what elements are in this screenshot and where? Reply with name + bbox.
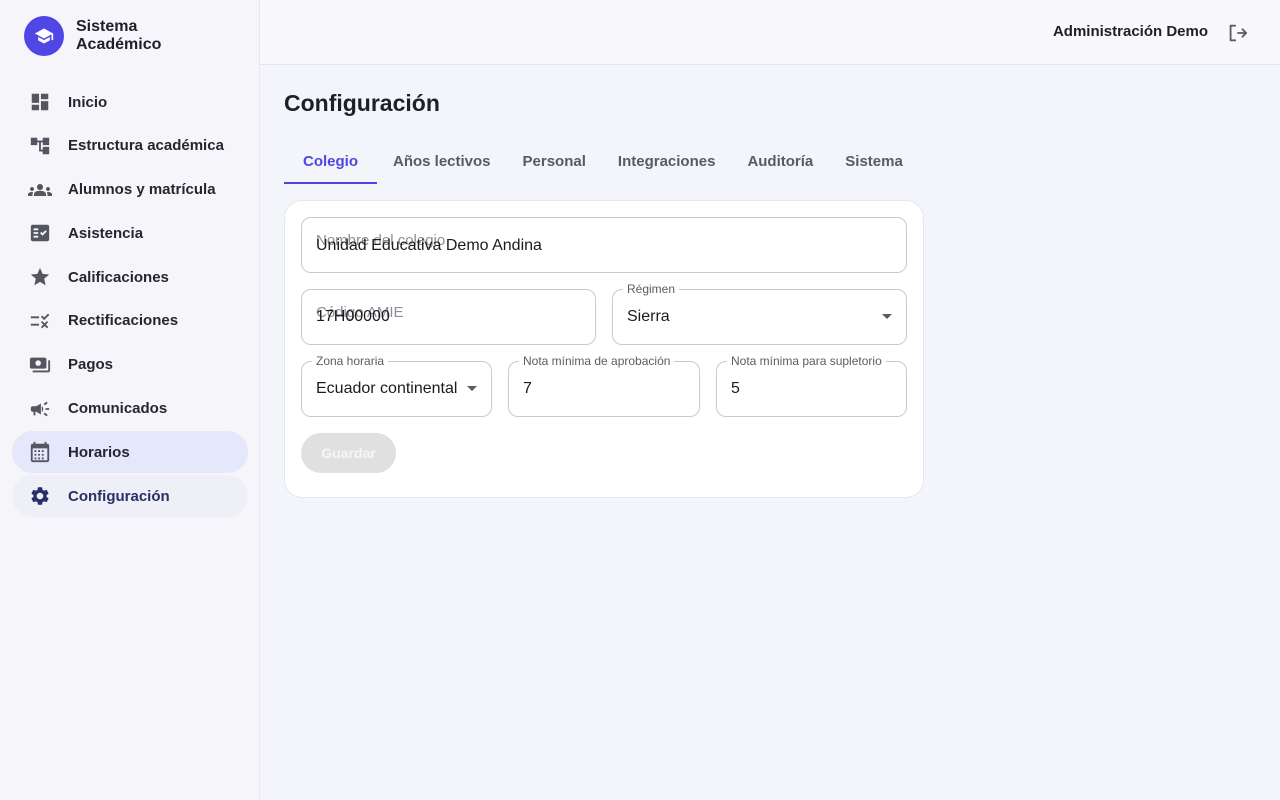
sidebar-item-label: Horarios: [68, 443, 130, 461]
sidebar-item-label: Configuración: [68, 487, 170, 505]
sidebar-item-label: Calificaciones: [68, 268, 169, 286]
chevron-down-icon: [467, 386, 477, 391]
tab-integraciones[interactable]: Integraciones: [602, 138, 732, 184]
sidebar-item-label: Pagos: [68, 356, 114, 374]
page-title: Configuración: [284, 90, 440, 116]
calendar-icon: [28, 440, 52, 464]
logout-icon[interactable]: [1224, 20, 1250, 46]
min-supplementary-grade-value: 5: [731, 380, 740, 397]
regime-label: Régimen: [623, 282, 680, 296]
gear-icon: [28, 484, 52, 508]
sidebar-item-label: Rectificaciones: [68, 312, 179, 330]
brand-line-2: Académico: [76, 36, 162, 53]
sidebar-item-alumnos[interactable]: Alumnos y matrícula: [12, 169, 248, 211]
sidebar-item-label: Asistencia: [68, 224, 144, 242]
tab-sistema[interactable]: Sistema: [829, 138, 919, 184]
brand[interactable]: Sistema Académico: [24, 16, 186, 56]
sidebar-nav: Inicio Estructura académica Alumnos y ma…: [12, 81, 248, 519]
school-name-value: Unidad Educativa Demo Andina: [316, 237, 542, 254]
save-button[interactable]: Guardar: [301, 433, 396, 473]
sidebar-item-comunicados[interactable]: Comunicados: [12, 388, 248, 430]
timezone-select[interactable]: Zona horaria Ecuador continental: [301, 354, 492, 417]
min-pass-grade-value: 7: [523, 380, 532, 397]
tab-auditoria[interactable]: Auditoría: [731, 138, 829, 184]
sidebar-item-label: Alumnos y matrícula: [68, 181, 216, 199]
settings-tabs: Colegio Años lectivos Personal Integraci…: [284, 138, 919, 184]
sidebar-item-label: Estructura académica: [68, 137, 224, 155]
groups-icon: [28, 178, 52, 202]
min-pass-grade-field[interactable]: Nota mínima de aprobación 7: [508, 354, 700, 417]
fact-check-icon: [28, 221, 52, 245]
sidebar-item-label: Comunicados: [68, 400, 168, 418]
sidebar-item-horarios[interactable]: Horarios: [12, 431, 248, 474]
sidebar-item-asistencia[interactable]: Asistencia: [12, 212, 248, 254]
school-settings-card: Nombre del colegio Unidad Educativa Demo…: [284, 200, 924, 498]
top-bar: Administración Demo: [260, 0, 1280, 65]
app: Sistema Académico Inicio Estructura acad…: [0, 0, 1280, 800]
account-tree-icon: [28, 134, 52, 158]
star-icon: [28, 265, 52, 289]
chevron-down-icon: [882, 314, 892, 319]
payments-icon: [28, 353, 52, 377]
sidebar-item-label: Inicio: [68, 93, 108, 111]
regime-select[interactable]: Régimen Sierra: [612, 282, 907, 345]
graduation-cap-icon: [24, 16, 64, 56]
min-supplementary-grade-label: Nota mínima para supletorio: [727, 354, 886, 368]
school-name-field[interactable]: Nombre del colegio Unidad Educativa Demo…: [301, 217, 907, 273]
min-supplementary-grade-field[interactable]: Nota mínima para supletorio 5: [716, 354, 907, 417]
tab-personal[interactable]: Personal: [507, 138, 602, 184]
brand-line-1: Sistema: [76, 18, 138, 35]
amie-code-value: 17H00000: [316, 308, 390, 325]
sidebar-item-rectificaciones[interactable]: Rectificaciones: [12, 300, 248, 342]
tab-colegio[interactable]: Colegio: [284, 138, 377, 184]
sidebar-item-estructura[interactable]: Estructura académica: [12, 125, 248, 167]
min-pass-grade-label: Nota mínima de aprobación: [519, 354, 675, 368]
sidebar-item-configuracion[interactable]: Configuración: [12, 475, 248, 518]
sidebar-item-inicio[interactable]: Inicio: [12, 81, 248, 123]
sidebar: Sistema Académico Inicio Estructura acad…: [0, 0, 260, 800]
timezone-value: Ecuador continental: [316, 380, 458, 397]
rule-icon: [28, 309, 52, 333]
tab-anos-lectivos[interactable]: Años lectivos: [377, 138, 507, 184]
timezone-label: Zona horaria: [312, 354, 389, 368]
dashboard-icon: [28, 90, 52, 114]
regime-value: Sierra: [627, 308, 670, 325]
user-name: Administración Demo: [1052, 23, 1208, 40]
brand-name: Sistema Académico: [76, 18, 186, 54]
amie-code-field[interactable]: Código AMIE 17H00000: [301, 289, 596, 345]
campaign-icon: [28, 397, 52, 421]
sidebar-item-calificaciones[interactable]: Calificaciones: [12, 256, 248, 298]
sidebar-item-pagos[interactable]: Pagos: [12, 344, 248, 386]
